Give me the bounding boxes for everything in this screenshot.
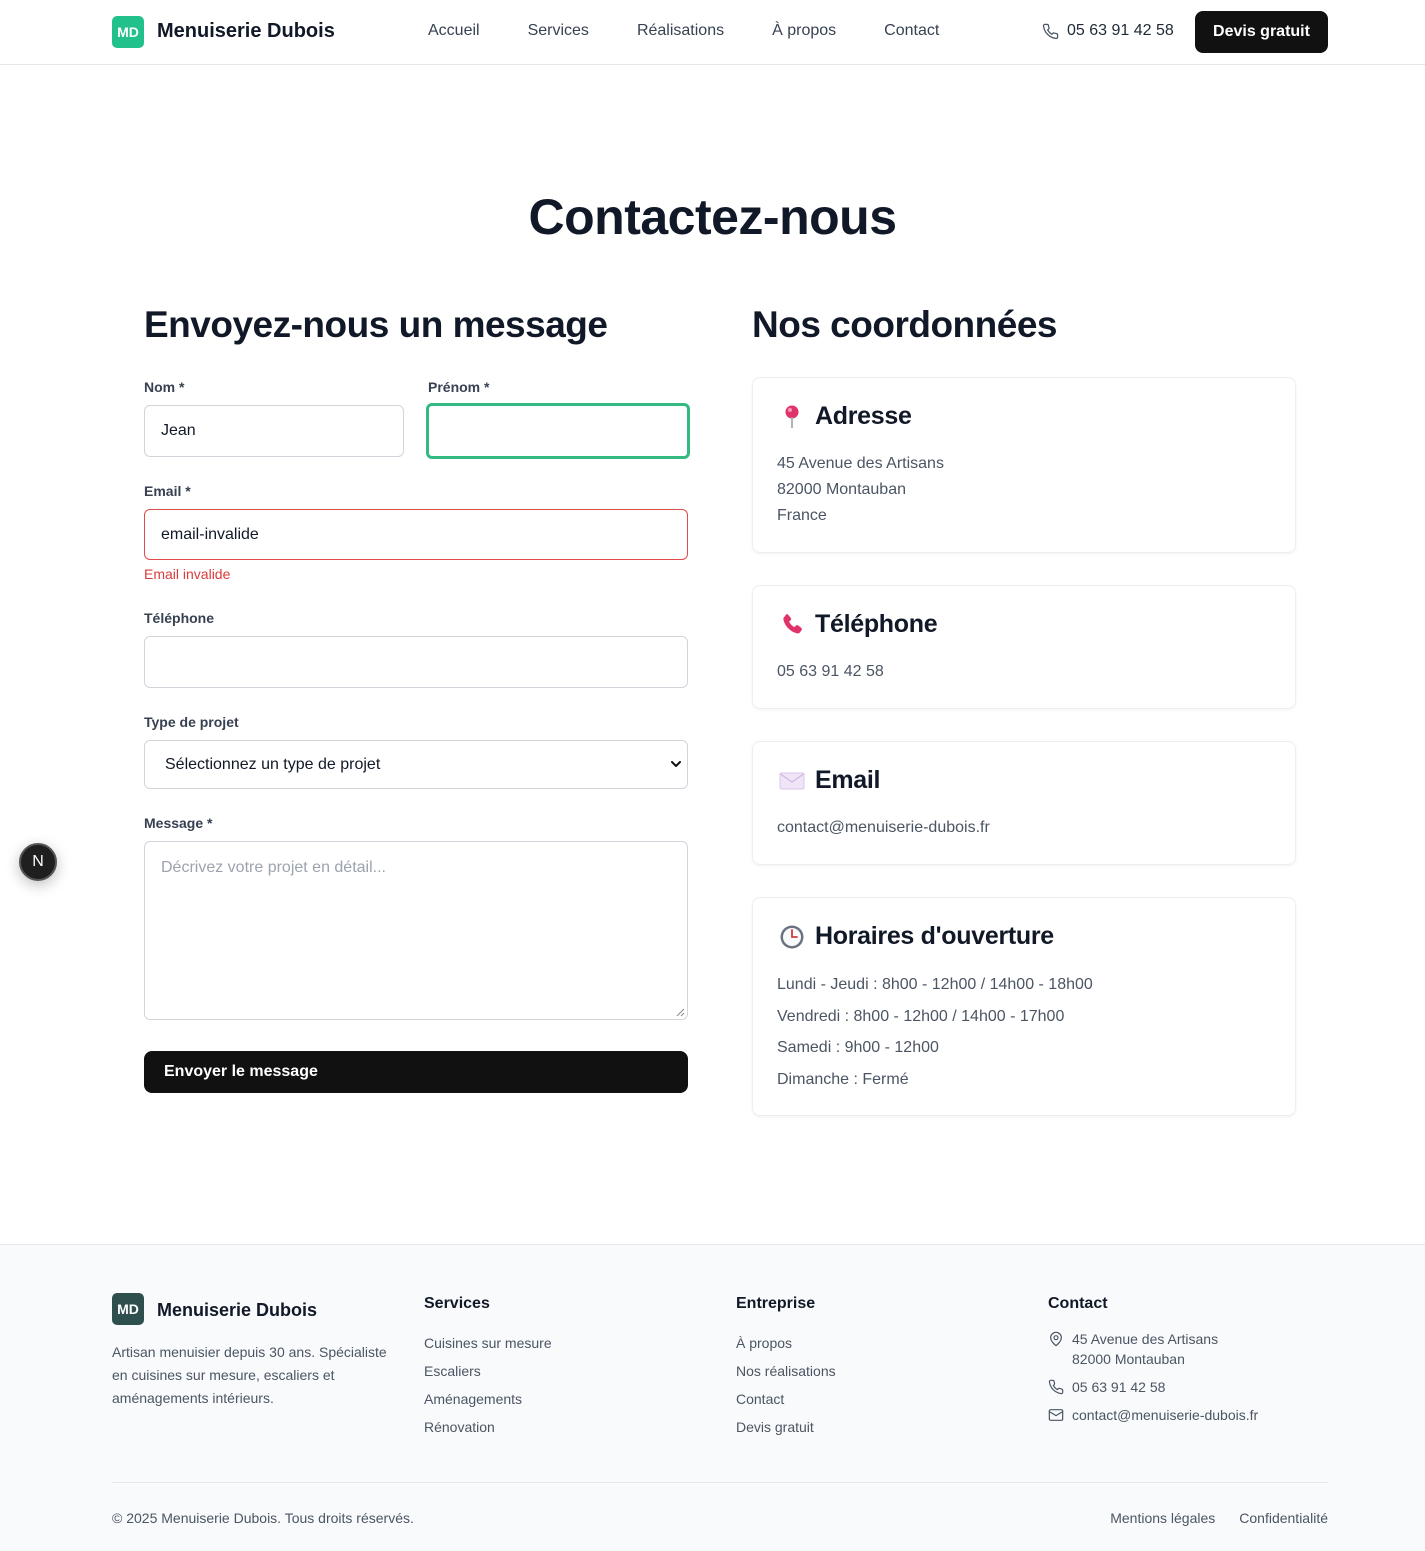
telephone-label: Téléphone (144, 610, 215, 626)
prenom-field[interactable] (426, 403, 690, 459)
phone-icon (1048, 1379, 1064, 1395)
email-label: Email * (144, 483, 191, 499)
hours-line-3: Samedi : 9h00 - 12h00 (777, 1039, 939, 1056)
pushpin-icon (779, 404, 805, 430)
address-card-header: Adresse (779, 402, 912, 431)
footer-company-column: Entreprise À propos Nos réalisations Con… (736, 1295, 836, 1441)
phone-card-body: 05 63 91 42 58 (777, 659, 884, 685)
footer-link-cuisines[interactable]: Cuisines sur mesure (424, 1329, 552, 1357)
footer-address-line-2: 82000 Montauban (1072, 1351, 1185, 1367)
address-line-1: 45 Avenue des Artisans (777, 455, 944, 472)
telephone-receiver-icon (779, 612, 805, 638)
footer-copyright: © 2025 Menuiserie Dubois. Tous droits ré… (112, 1510, 414, 1526)
footer-link-confidentialite[interactable]: Confidentialité (1239, 1510, 1328, 1526)
footer-link-contact[interactable]: Contact (736, 1385, 836, 1413)
nom-value: Jean (161, 422, 196, 439)
logo-badge[interactable]: MD (112, 16, 144, 48)
message-label: Message * (144, 815, 213, 831)
hours-card-title: Horaires d'ouverture (815, 922, 1054, 950)
address-lines: 45 Avenue des Artisans 82000 Montauban F… (777, 451, 944, 529)
footer-link-realisations[interactable]: Nos réalisations (736, 1357, 836, 1385)
email-value: email-invalide (161, 525, 259, 543)
footer-divider (112, 1482, 1328, 1483)
footer-legal-links: Mentions légales Confidentialité (1110, 1510, 1328, 1526)
footer-address-line-1: 45 Avenue des Artisans (1072, 1331, 1219, 1347)
site-header: MD Menuiserie Dubois Accueil Services Ré… (0, 0, 1425, 65)
phone-icon (1042, 23, 1059, 39)
mail-icon (1048, 1409, 1064, 1421)
type-projet-label: Type de projet (144, 714, 239, 730)
nav-item-services[interactable]: Services (528, 22, 589, 40)
address-line-3: France (777, 507, 827, 524)
nav-item-realisations[interactable]: Réalisations (637, 22, 724, 40)
email-card-body: contact@menuiserie-dubois.fr (777, 815, 990, 841)
email-card-header: Email (779, 766, 881, 795)
nom-field[interactable]: Jean (144, 405, 404, 457)
hours-card: Horaires d'ouverture Lundi - Jeudi : 8h0… (752, 897, 1296, 1116)
prenom-label: Prénom * (428, 379, 490, 395)
coordinates-title: Nos coordonnées (752, 304, 1058, 345)
footer-services-column: Services Cuisines sur mesure Escaliers A… (424, 1295, 552, 1441)
footer-email-address: contact@menuiserie-dubois.fr (1072, 1407, 1259, 1423)
email-card-title: Email (815, 766, 881, 794)
clock-icon (779, 924, 805, 950)
hours-line-2: Vendredi : 8h00 - 12h00 / 14h00 - 17h00 (777, 1007, 1065, 1025)
phone-card-title: Téléphone (815, 610, 938, 638)
hours-lines: Lundi - Jeudi : 8h00 - 12h00 / 14h00 - 1… (777, 969, 1093, 1095)
email-field[interactable]: email-invalide (144, 509, 688, 560)
footer-phone[interactable]: 05 63 91 42 58 (1048, 1377, 1258, 1397)
message-placeholder: Décrivez votre projet en détail... (161, 859, 386, 876)
address-card-title: Adresse (815, 402, 912, 430)
footer-contact-title: Contact (1048, 1295, 1108, 1312)
footer-company-title: Entreprise (736, 1295, 816, 1312)
main-nav: Accueil Services Réalisations À propos C… (428, 22, 939, 40)
site-footer: MD Menuiserie Dubois Artisan menuisier d… (0, 1244, 1425, 1551)
nav-item-a-propos[interactable]: À propos (772, 22, 836, 40)
nom-label: Nom * (144, 379, 185, 395)
email-error-message: Email invalide (144, 566, 231, 582)
footer-services-title: Services (424, 1295, 490, 1312)
address-line-2: 82000 Montauban (777, 481, 906, 498)
type-projet-selected: Sélectionnez un type de projet (165, 755, 381, 773)
phone-card-value[interactable]: 05 63 91 42 58 (777, 659, 884, 685)
phone-card-header: Téléphone (779, 610, 938, 639)
address-card: Adresse 45 Avenue des Artisans 82000 Mon… (752, 377, 1296, 553)
chevron-down-icon (671, 761, 681, 767)
floating-n-badge[interactable]: N (19, 843, 57, 881)
resize-grip-icon[interactable] (676, 1008, 685, 1017)
footer-link-escaliers[interactable]: Escaliers (424, 1357, 552, 1385)
footer-link-devis[interactable]: Devis gratuit (736, 1413, 836, 1441)
phone-card: Téléphone 05 63 91 42 58 (752, 585, 1296, 709)
brand-name[interactable]: Menuiserie Dubois (157, 20, 335, 43)
footer-link-mentions-legales[interactable]: Mentions légales (1110, 1510, 1215, 1526)
footer-email[interactable]: contact@menuiserie-dubois.fr (1048, 1405, 1258, 1425)
send-message-button[interactable]: Envoyer le message (144, 1051, 688, 1093)
hours-line-1: Lundi - Jeudi : 8h00 - 12h00 / 14h00 - 1… (777, 976, 1093, 993)
header-phone[interactable]: 05 63 91 42 58 (1042, 22, 1174, 40)
footer-link-amenagements[interactable]: Aménagements (424, 1385, 552, 1413)
nav-item-accueil[interactable]: Accueil (428, 22, 480, 40)
page-title: Contactez-nous (528, 189, 898, 245)
footer-description: Artisan menuisier depuis 30 ans. Spécial… (112, 1344, 387, 1406)
footer-contact-column: Contact 45 Avenue des Artisans 82000 Mon… (1048, 1295, 1258, 1433)
hours-card-header: Horaires d'ouverture (779, 922, 1054, 951)
footer-address: 45 Avenue des Artisans 82000 Montauban (1048, 1329, 1258, 1369)
email-card: Email contact@menuiserie-dubois.fr (752, 741, 1296, 865)
footer-brand-name: Menuiserie Dubois (157, 1300, 318, 1320)
form-title: Envoyez-nous un message (144, 304, 608, 345)
email-card-value[interactable]: contact@menuiserie-dubois.fr (777, 815, 990, 841)
map-pin-icon (1050, 1331, 1062, 1347)
header-phone-number: 05 63 91 42 58 (1067, 22, 1174, 39)
footer-logo-badge[interactable]: MD (112, 1293, 144, 1325)
nav-item-contact[interactable]: Contact (884, 22, 939, 40)
footer-phone-number: 05 63 91 42 58 (1072, 1379, 1166, 1395)
message-textarea[interactable]: Décrivez votre projet en détail... (144, 841, 688, 1020)
footer-link-a-propos[interactable]: À propos (736, 1329, 836, 1357)
telephone-field[interactable] (144, 636, 688, 688)
hours-line-4: Dimanche : Fermé (777, 1070, 909, 1088)
devis-gratuit-button[interactable]: Devis gratuit (1195, 11, 1328, 53)
type-projet-select[interactable]: Sélectionnez un type de projet (144, 740, 688, 789)
envelope-icon (779, 768, 805, 794)
footer-link-renovation[interactable]: Rénovation (424, 1413, 552, 1441)
